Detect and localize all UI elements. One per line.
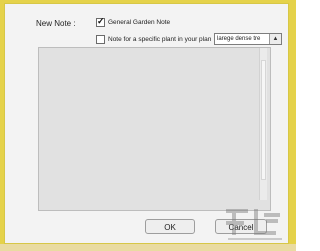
note-text-area[interactable]: [38, 47, 271, 211]
plant-note-label: Note for a specific plant in your plan: [108, 36, 212, 43]
scrollbar-thumb[interactable]: [261, 60, 266, 180]
general-note-label: General Garden Note: [108, 19, 171, 26]
dropdown-arrow-icon[interactable]: ▲: [269, 34, 281, 44]
new-note-label: New Note :: [36, 19, 76, 28]
check-icon: ✓: [97, 16, 105, 26]
window-bottom-edge: [0, 244, 296, 251]
note-scrollbar[interactable]: [259, 48, 267, 200]
watermark-logo-icon: [226, 209, 282, 240]
plant-note-checkbox[interactable]: [96, 35, 105, 44]
plant-select-value: larege dense tre: [217, 36, 261, 42]
general-note-checkbox[interactable]: ✓: [96, 16, 105, 27]
ok-button[interactable]: OK: [145, 219, 195, 234]
plant-select-dropdown[interactable]: larege dense tre ▲: [214, 33, 282, 45]
